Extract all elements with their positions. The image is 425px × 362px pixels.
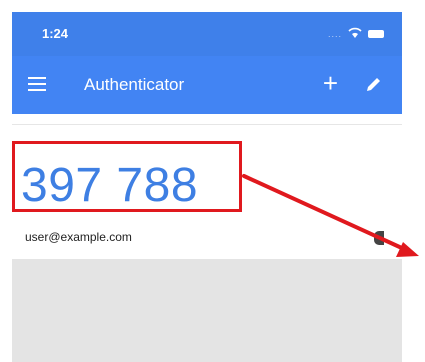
pencil-icon[interactable]	[364, 74, 384, 94]
battery-icon	[368, 30, 384, 38]
account-label: user@example.com	[25, 230, 132, 244]
divider	[12, 124, 402, 125]
empty-area	[12, 259, 402, 362]
timer-icon	[374, 231, 384, 245]
wifi-icon	[348, 27, 362, 38]
add-button[interactable]: +	[323, 69, 338, 97]
app-title: Authenticator	[84, 75, 185, 94]
menu-icon[interactable]	[28, 77, 46, 91]
status-time: 1:24	[42, 26, 69, 41]
phone-screen: 1:24 .... Authenticator + 397 788 user@e…	[12, 12, 402, 362]
status-bar: 1:24 ....	[12, 12, 402, 56]
app-bar: Authenticator +	[12, 56, 402, 114]
signal-icon: ....	[327, 29, 342, 39]
highlight-box	[12, 141, 242, 212]
